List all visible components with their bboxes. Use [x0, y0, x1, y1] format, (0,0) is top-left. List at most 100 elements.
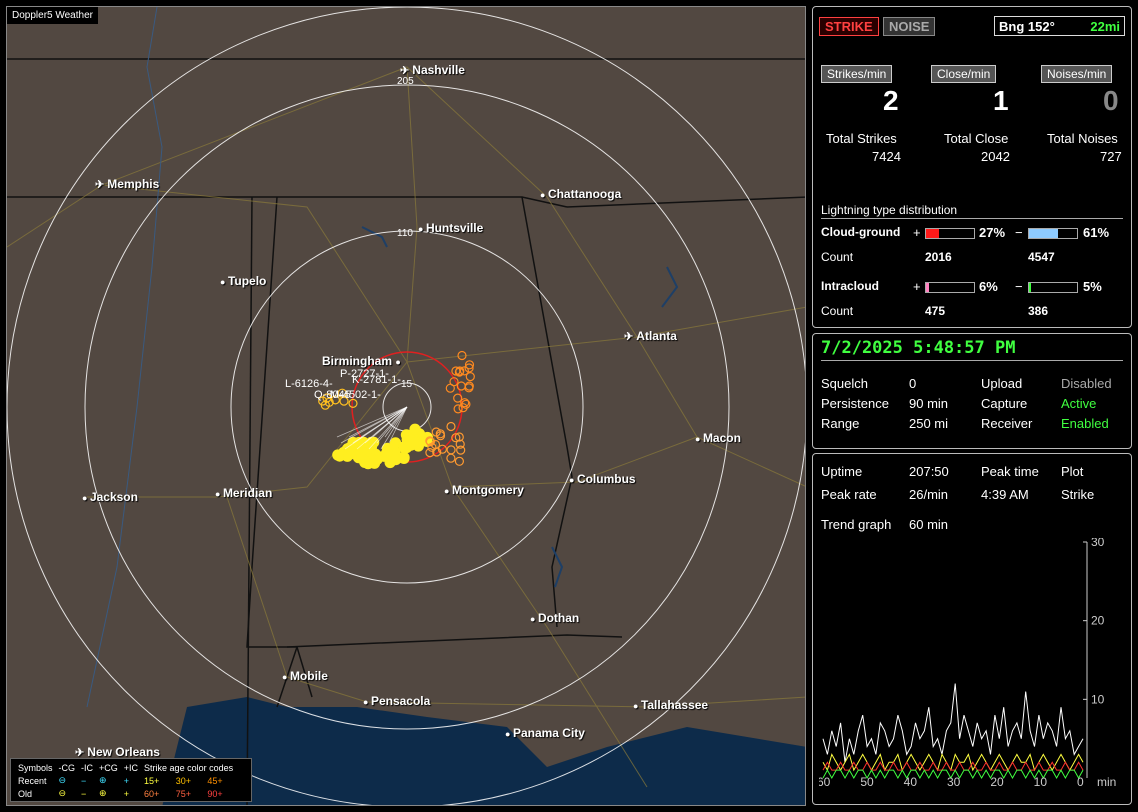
city-dot-icon: ●: [418, 224, 426, 234]
city-dothan: ● Dothan: [530, 611, 579, 625]
strike-marker: [446, 453, 456, 463]
noises-min-label: Noises/min: [1041, 65, 1113, 83]
city-tupelo: ● Tupelo: [220, 274, 266, 288]
persistence-label: Persistence: [821, 396, 889, 411]
x-tick-label: 10: [1034, 775, 1048, 786]
range-label: Range: [821, 416, 860, 431]
city-label: Jackson: [89, 490, 138, 504]
range-label-110: 110: [397, 228, 413, 239]
range-rings: [7, 7, 805, 805]
legend-symbols-label: Symbols: [18, 762, 53, 773]
city-dot-icon: ●: [505, 729, 513, 739]
city-label: Memphis: [107, 177, 160, 191]
trend-panel: Uptime 207:50 Peak time Plot Peak rate 2…: [812, 453, 1132, 805]
city-label: New Orleans: [87, 745, 160, 759]
upload-label: Upload: [981, 376, 1023, 391]
strike-marker: [390, 454, 402, 466]
city-label: Tupelo: [227, 274, 267, 288]
peak-rate-label: Peak rate: [821, 487, 877, 502]
total-noises-value: 727: [1100, 149, 1122, 164]
highway-network: [7, 66, 805, 788]
strike-marker: [446, 421, 456, 432]
bar-fill: [926, 229, 939, 238]
total-close-value: 2042: [981, 149, 1010, 164]
x-tick-label: 20: [990, 775, 1004, 786]
city-dot-icon: ●: [215, 489, 223, 499]
city-dot-icon: ●: [530, 614, 538, 624]
gulf-water: [162, 697, 805, 805]
city-dot-icon: ●: [695, 434, 703, 444]
strike-track-line: [336, 406, 408, 438]
city-label: Montgomery: [451, 483, 524, 497]
map-canvas: 205 110 15 P-2727-1- K-2781-1- L-6126-4-…: [7, 7, 805, 805]
uptime-label: Uptime: [821, 464, 863, 479]
range-label-15: 15: [401, 379, 413, 390]
city-jackson: ● Jackson: [82, 490, 138, 504]
cg-negative-count: 4547: [1028, 250, 1055, 264]
legend-age-30: 30+: [175, 775, 191, 786]
persistence-value: 90 min: [909, 396, 949, 411]
x-tick-label: 30: [947, 775, 961, 786]
receiver-label: Receiver: [981, 416, 1033, 431]
city-columbus: ● Columbus: [569, 472, 636, 486]
city-dot-icon: ●: [633, 701, 641, 711]
trend-series-line-1: [822, 753, 1084, 772]
y-tick-label: 10: [1091, 692, 1105, 706]
ic-count-label: Count: [821, 304, 854, 318]
strike-marker: [381, 447, 393, 459]
cloud-ground-label: Cloud-ground: [821, 225, 901, 239]
legend-recent-neg-ic-icon: −: [81, 775, 87, 786]
strike-button[interactable]: STRIKE: [819, 17, 879, 36]
city-label: Dothan: [537, 611, 580, 625]
legend-old-neg-ic-icon: −: [81, 788, 87, 799]
x-tick-label: 40: [904, 775, 918, 786]
plot-value[interactable]: Strike: [1061, 487, 1094, 502]
city-label: Pensacola: [370, 694, 431, 708]
ic-plus-sign: +: [913, 279, 921, 294]
map-title: Doppler5 Weather: [7, 7, 98, 24]
legend-recent-label: Recent: [18, 775, 47, 786]
trend-graph-value: 60 min: [909, 517, 949, 532]
city-label: Atlanta: [636, 329, 677, 343]
bearing-readout: Bng 152° 22mi: [994, 16, 1125, 36]
cg-negative-bar: [1028, 228, 1078, 239]
range-label-205: 205: [397, 76, 414, 87]
legend-old-pos-cg-icon: ⊕: [99, 788, 107, 798]
city-label: Columbus: [576, 472, 636, 486]
strikes-min-label: Strikes/min: [821, 65, 893, 83]
strike-stats-panel: STRIKE NOISE Bng 152° 22mi Strikes/min C…: [812, 6, 1132, 328]
intracloud-label: Intracloud: [821, 279, 880, 293]
cell-label-k: K-2781-1-: [352, 374, 401, 386]
x-tick-label: 0: [1077, 775, 1084, 786]
noise-button[interactable]: NOISE: [883, 17, 936, 36]
ic-positive-count: 475: [925, 304, 946, 318]
city-tallahassee: ● Tallahassee: [633, 698, 708, 712]
range-value: 250 mi: [909, 416, 949, 431]
city-montgomery: ● Montgomery: [444, 483, 524, 497]
airport-icon: ✈: [400, 65, 413, 77]
airport-icon: ✈: [95, 179, 108, 191]
receiver-value: Enabled: [1061, 416, 1109, 431]
x-tick-label: 60: [819, 775, 831, 786]
cg-negative-pct: 61%: [1083, 225, 1110, 240]
lightning-map[interactable]: 205 110 15 P-2727-1- K-2781-1- L-6126-4-…: [6, 6, 806, 806]
y-tick-label: 30: [1091, 538, 1105, 549]
x-unit-label: min: [1097, 775, 1116, 786]
legend-age-45: 45+: [207, 775, 223, 786]
city-label: Nashville: [412, 63, 465, 77]
strike-marker: [410, 437, 422, 449]
bar-fill: [1029, 283, 1032, 292]
distribution-title: Lightning type distribution: [821, 203, 958, 217]
distribution-divider: [821, 218, 1123, 219]
bearing-value: Bng 152°: [999, 19, 1055, 34]
strike-marker: [446, 445, 456, 455]
city-dot-icon: ●: [220, 277, 228, 287]
squelch-label: Squelch: [821, 376, 868, 391]
plot-label: Plot: [1061, 464, 1084, 479]
ic-negative-bar: [1028, 282, 1078, 293]
city-chattanooga: ● Chattanooga: [540, 187, 621, 201]
city-label: Panama City: [512, 726, 585, 740]
legend-age-15: 15+: [144, 775, 160, 786]
legend-old-neg-cg-icon: ⊖: [58, 788, 67, 798]
city-dot-icon: ●: [363, 697, 371, 707]
